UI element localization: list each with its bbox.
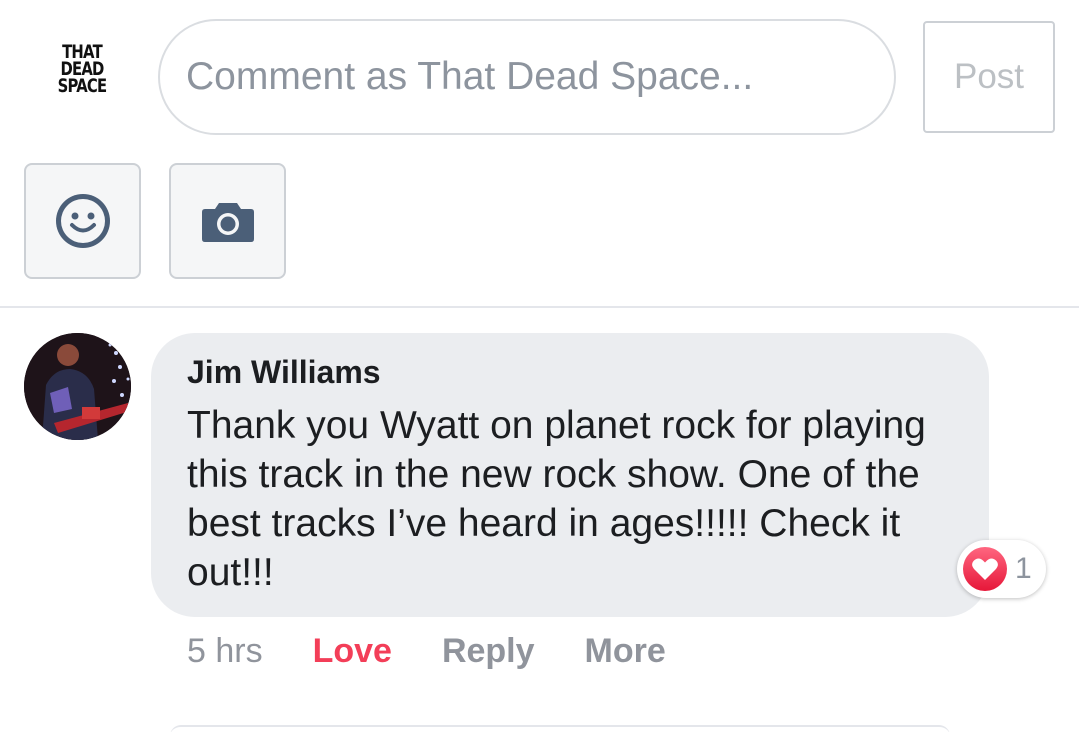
comment-section: THAT DEAD SPACE Post (0, 0, 1079, 732)
comment-actions: 5 hrs Love Reply More (187, 628, 716, 674)
emoji-button[interactable] (24, 163, 141, 279)
comment-text: Thank you Wyatt on planet rock for playi… (187, 404, 926, 594)
post-button[interactable]: Post (923, 21, 1055, 133)
divider (0, 306, 1079, 308)
author-name[interactable]: Jim Williams (187, 353, 959, 391)
reaction-badge[interactable]: 1 (957, 540, 1046, 598)
timestamp[interactable]: 5 hrs (187, 632, 263, 671)
avatar[interactable] (24, 333, 131, 440)
more-button[interactable]: More (585, 632, 666, 671)
smiley-icon (55, 194, 110, 248)
avatar-photo (24, 333, 131, 440)
camera-icon (201, 203, 254, 242)
love-reaction-icon (963, 547, 1007, 591)
next-comment-edge (170, 725, 950, 732)
comment-bubble: Jim Williams Thank you Wyatt on planet r… (151, 333, 989, 617)
camera-button[interactable] (169, 163, 286, 279)
page-logo: THAT DEAD SPACE (57, 34, 108, 104)
love-button[interactable]: Love (313, 632, 392, 671)
post-button-label: Post (953, 57, 1025, 96)
page-logo-line: SPACE (57, 74, 108, 97)
comment-input[interactable] (158, 19, 896, 135)
reaction-count: 1 (1015, 552, 1032, 585)
reply-button[interactable]: Reply (442, 632, 535, 671)
